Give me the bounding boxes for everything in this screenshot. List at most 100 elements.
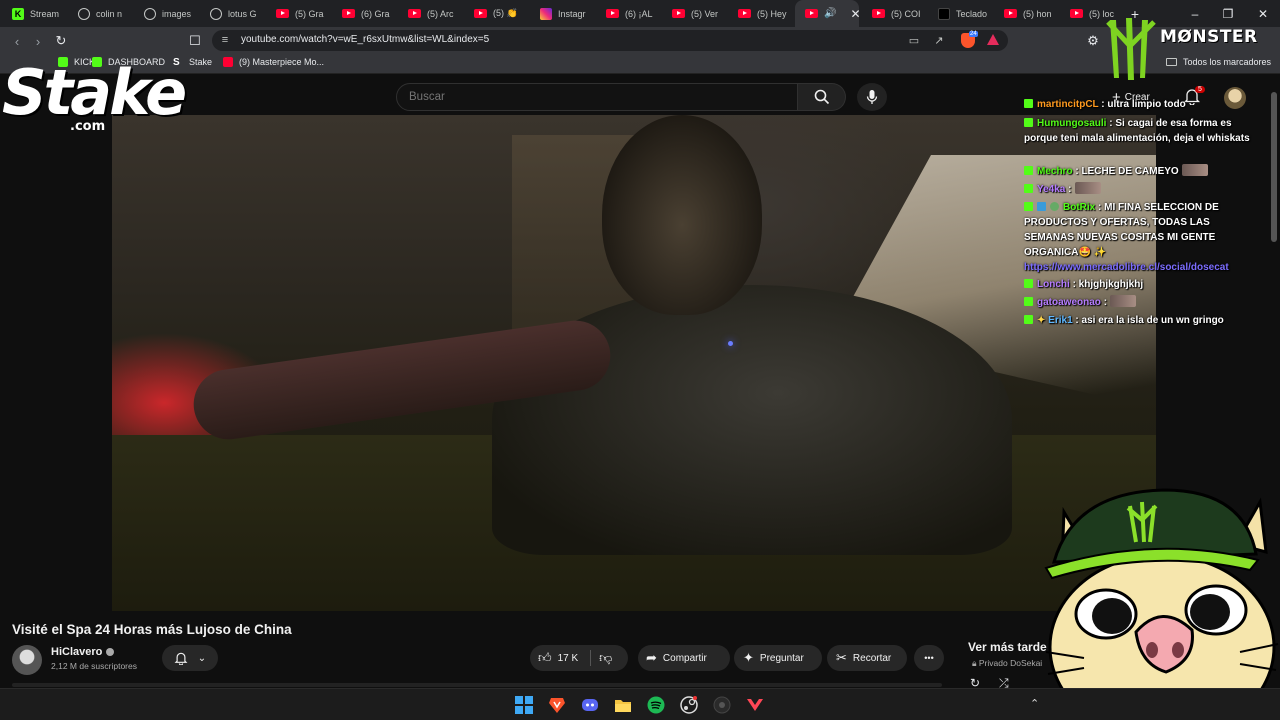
brave-icon[interactable] (548, 696, 566, 714)
clip-button[interactable]: ✂ Recortar (827, 645, 907, 671)
spotify-icon[interactable] (647, 696, 665, 714)
scissors-icon: ✂ (836, 650, 847, 665)
voice-search-button[interactable] (857, 83, 887, 111)
search-box[interactable] (396, 83, 798, 111)
obs-icon[interactable] (713, 696, 731, 714)
verified-icon (106, 648, 115, 656)
close-window-button[interactable]: ✕ (1248, 0, 1278, 27)
bot-badge-icon (1037, 202, 1046, 211)
browser-tab[interactable]: Instagr (528, 0, 594, 27)
bookmark-masterpiece[interactable]: (9) Masterpiece Mo... (223, 57, 324, 67)
youtube-icon (342, 9, 355, 18)
brave-rewards-icon[interactable] (987, 34, 999, 45)
subscriber-count: 2,12 M de suscriptores (51, 661, 137, 671)
browser-tab[interactable]: (5) COI (860, 0, 926, 27)
cat-mascot-overlay (1044, 488, 1279, 720)
address-bar[interactable]: ≡ youtube.com/watch?v=wE_r6sxUtmw&list=W… (212, 30, 1008, 51)
like-dislike-group: 👍︎ 17 K 👎︎ (530, 645, 628, 671)
maximize-button[interactable]: ❐ (1213, 0, 1243, 27)
chat-link[interactable]: https://www.mercadolibre.cl/social/dosec… (1024, 262, 1229, 273)
youtube-icon (223, 57, 233, 67)
cast-icon[interactable]: ▭ (907, 33, 921, 47)
subscribe-bell-button[interactable]: ⌄ (162, 645, 218, 671)
youtube-icon (606, 9, 619, 18)
search-input[interactable] (409, 91, 779, 103)
windows-taskbar: ⌃ (0, 688, 1280, 720)
forward-button[interactable]: › (29, 32, 47, 50)
youtube-icon (474, 9, 487, 18)
chat-message: BotRix : MI FINA SELECCION DE PRODUCTOS … (1024, 202, 1229, 273)
discord-icon[interactable] (581, 696, 599, 714)
valorant-icon[interactable] (746, 696, 764, 714)
lock-icon: 🔒︎ (972, 658, 979, 668)
browser-tab[interactable]: (5) Arc (396, 0, 462, 27)
browser-tab[interactable]: (5) 👏 (462, 0, 528, 27)
reload-button[interactable]: ↻ (52, 32, 70, 50)
bookmark-icon[interactable]: ☐ (186, 32, 204, 50)
browser-tab[interactable]: (5) Ver (660, 0, 726, 27)
kick-icon: K (12, 7, 24, 20)
kick-badge-icon (1024, 166, 1033, 175)
share-button[interactable]: ➦ Compartir (638, 645, 730, 671)
browser-tab[interactable]: (5) Gra (264, 0, 330, 27)
youtube-icon (1004, 9, 1017, 18)
youtube-icon (805, 9, 818, 18)
back-button[interactable]: ‹ (8, 32, 26, 50)
like-icon[interactable]: 👍︎ (538, 650, 552, 666)
folder-icon (1166, 58, 1177, 66)
ask-button[interactable]: ✦ Preguntar (734, 645, 822, 671)
chevron-up-icon[interactable]: ⌃ (1030, 697, 1039, 710)
stake-logo: Stake .com (2, 56, 187, 134)
kick-badge-icon (1024, 202, 1033, 211)
close-tab-icon[interactable]: ✕ (850, 7, 860, 21)
dislike-icon[interactable]: 👎︎ (599, 650, 612, 666)
video-player[interactable] (112, 115, 1156, 611)
playlist-title[interactable]: Ver más tarde (968, 640, 1047, 654)
extensions-icon[interactable]: ⚙ (1084, 32, 1102, 50)
browser-tab[interactable]: (6) ¡AL (594, 0, 660, 27)
chat-message: martincitpCL : ultra limpio todo (1024, 97, 1260, 112)
channel-name[interactable]: HiClavero (51, 646, 115, 658)
browser-tab[interactable]: (5) Hey (726, 0, 792, 27)
browser-tab[interactable]: Teclado (926, 0, 992, 27)
chat-emote (1181, 164, 1208, 176)
description-box-edge (12, 683, 942, 687)
browser-tab[interactable]: (5) hon (992, 0, 1058, 27)
channel-avatar[interactable] (12, 645, 42, 675)
tab-strip: K Stream colin n images lotus G (5) Gra (… (0, 0, 1280, 27)
search-button[interactable] (798, 83, 846, 111)
monster-wordmark: MØNSTER (1160, 27, 1258, 47)
browser-tab-active[interactable]: 🔊 ✕ (795, 0, 861, 27)
browser-tab[interactable]: lotus G (198, 0, 264, 27)
more-actions-button[interactable]: ••• (914, 645, 944, 671)
bookmarks-bar: KICK DASHBOARD S Stake (9) Masterpiece Mo… (0, 54, 1280, 74)
browser-tab[interactable]: K Stream (0, 0, 66, 27)
youtube-icon (276, 9, 289, 18)
speaker-icon[interactable]: 🔊 (824, 8, 836, 19)
instagram-icon (540, 7, 552, 20)
youtube-icon (872, 9, 885, 18)
playlist-privacy: 🔒︎ Privado DoSekai (972, 658, 1043, 668)
shields-count-badge: 24 (969, 31, 978, 37)
file-explorer-icon[interactable] (614, 696, 632, 714)
page-scrollbar[interactable] (1271, 92, 1277, 242)
sparkle-icon: ✦ (743, 650, 754, 665)
windows-start-icon[interactable] (515, 696, 533, 714)
youtube-icon (1070, 9, 1083, 18)
video-title: Visité el Spa 24 Horas más Lujoso de Chi… (12, 622, 292, 637)
chat-emote (1110, 295, 1137, 307)
site-settings-icon[interactable]: ≡ (218, 33, 232, 47)
browser-tab[interactable]: colin n (66, 0, 132, 27)
microphone-icon (866, 90, 878, 104)
chat-emote (1074, 182, 1101, 194)
all-bookmarks[interactable]: Todos los marcadores (1166, 57, 1271, 67)
like-count[interactable]: 17 K (558, 653, 579, 664)
browser-tab[interactable]: images (132, 0, 198, 27)
chat-message: ✦ Erik1 : asi era la isla de un wn gring… (1024, 313, 1260, 328)
browser-toolbar: ‹ › ↻ ☐ ≡ youtube.com/watch?v=wE_r6sxUtm… (0, 27, 1280, 54)
globe-icon (78, 7, 90, 20)
minimize-button[interactable]: – (1180, 0, 1210, 27)
share-icon[interactable]: ↗ (932, 33, 946, 47)
browser-tab[interactable]: (6) Gra (330, 0, 396, 27)
steam-icon[interactable] (680, 696, 698, 714)
